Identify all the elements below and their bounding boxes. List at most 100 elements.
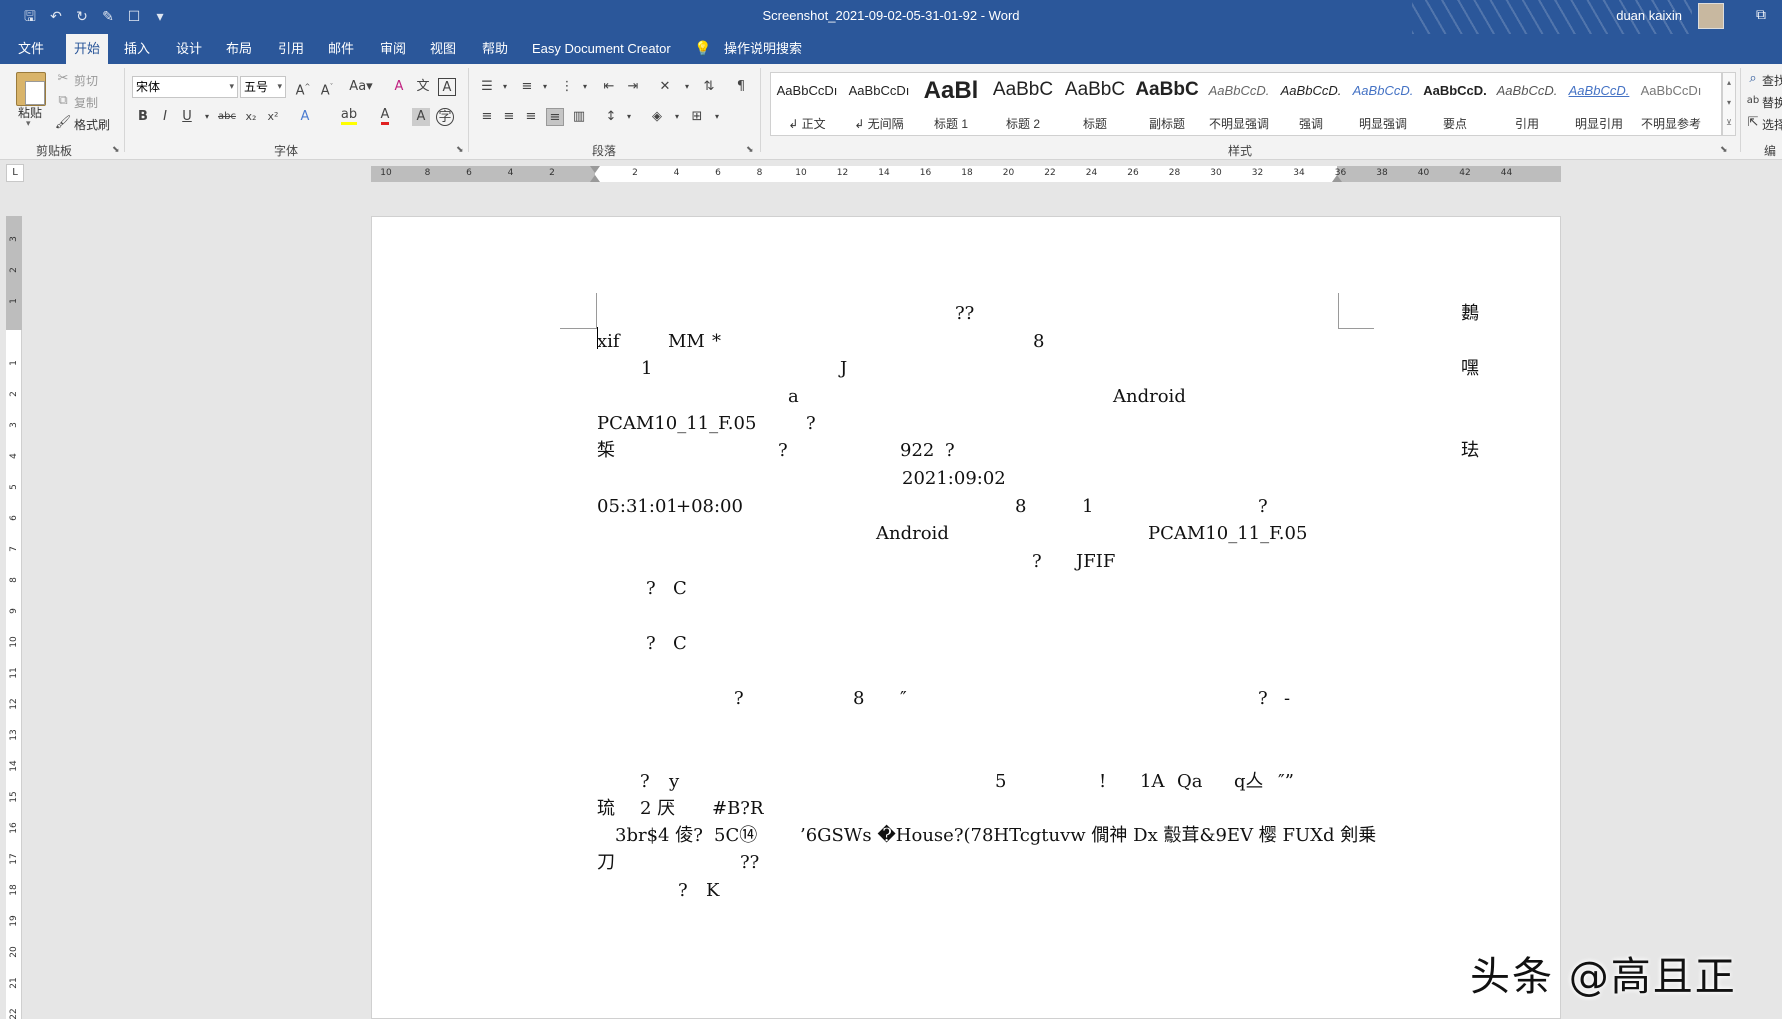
style-quote[interactable]: AaBbCcD. 引用 [1491,73,1563,135]
bullets-dropdown-icon[interactable]: ▾ [496,78,514,96]
shrink-font-icon[interactable]: Aˇ [318,78,336,98]
multilevel-dropdown-icon[interactable]: ▾ [576,78,594,96]
distributed-icon[interactable]: ▥ [570,108,588,126]
style-intense-quote[interactable]: AaBbCcD. 明显引用 [1563,73,1635,135]
bullets-icon[interactable]: ☰ [478,78,496,96]
tab-easy-document-creator[interactable]: Easy Document Creator [524,34,679,64]
line-spacing-dropdown-icon[interactable]: ▾ [620,108,638,126]
style-title[interactable]: AaBbC 标题 [1059,73,1131,135]
decrease-indent-icon[interactable]: ⇤ [600,78,618,96]
style-subtle-reference[interactable]: AaBbCcDı 不明显参考 [1635,73,1707,135]
tab-help[interactable]: 帮助 [474,34,516,64]
replace-button[interactable]: 替换 [1762,94,1782,111]
find-button[interactable]: 查找 [1762,72,1782,89]
hanging-indent-marker[interactable] [590,175,600,182]
styles-gallery-scroll[interactable]: ▴ ▾ ⊻ [1722,72,1736,136]
multilevel-list-icon[interactable]: ⋮ [558,78,576,96]
right-indent-marker[interactable] [1332,175,1342,182]
change-case-icon[interactable]: Aa▾ [348,78,374,96]
tab-view[interactable]: 视图 [422,34,464,64]
copy-button[interactable]: 复制 [74,94,98,111]
borders-dropdown-icon[interactable]: ▾ [708,108,726,126]
select-button[interactable]: 选择 [1762,116,1782,133]
style-preview: AaBbCcD. [1208,83,1270,98]
style-preview: AaBbC [1064,79,1126,100]
style-name: 标题 [1082,117,1107,131]
style-intense-emphasis[interactable]: AaBbCcD. 明显强调 [1347,73,1419,135]
font-launcher-icon[interactable]: ⬊ [456,145,464,155]
character-border-icon[interactable]: A [438,78,456,96]
chevron-down-icon: ▾ [277,82,282,92]
italic-icon[interactable]: I [156,108,174,126]
style-subtle-emphasis[interactable]: AaBbCcD. 不明显强调 [1203,73,1275,135]
tab-selector[interactable]: L [6,164,24,182]
highlight-icon[interactable]: ab [340,106,358,125]
tab-home[interactable]: 开始 [66,34,109,64]
line-spacing-icon[interactable]: ↕ [602,108,620,126]
borders-icon[interactable]: ⊞ [688,108,706,126]
grow-font-icon[interactable]: A^ [294,78,312,98]
tell-me-search[interactable]: 操作说明搜索 [716,34,810,64]
paste-dropdown-icon[interactable]: ▾ [26,118,31,129]
ribbon-tabs: 文件 开始 插入 设计 布局 引用 邮件 审阅 视图 帮助 Easy Docum… [0,34,1782,64]
paragraph-launcher-icon[interactable]: ⬊ [746,145,754,155]
sort-icon[interactable]: ⇅ [700,78,718,96]
align-right-icon[interactable]: ≡ [522,108,540,126]
shading-icon[interactable]: ◈ [648,108,666,126]
underline-icon[interactable]: U [178,108,196,126]
horizontal-ruler[interactable]: 10 8 6 4 2 2 4 6 8 10 12 14 16 18 20 22 24 26 28 30 32 34 36 38… [371,166,1561,182]
asian-layout-dropdown-icon[interactable]: ▾ [678,78,696,96]
clipboard-launcher-icon[interactable]: ⬊ [112,145,120,155]
user-name[interactable]: duan kaixin [1616,8,1682,23]
style-no-spacing[interactable]: AaBbCcDı ↲ 无间隔 [843,73,915,135]
style-heading-1[interactable]: AaBl 标题 1 [915,73,987,135]
font-name-combo[interactable]: 宋体 ▾ [132,76,238,98]
styles-group-label: 样式 [1228,144,1253,158]
increase-indent-icon[interactable]: ⇥ [624,78,642,96]
bold-icon[interactable]: B [134,108,152,126]
shading-dropdown-icon[interactable]: ▾ [668,108,686,126]
show-marks-icon[interactable]: ¶ [732,78,750,96]
document-text-segment: C [673,578,687,599]
font-color-icon[interactable]: A [376,106,394,125]
clear-formatting-icon[interactable]: A [390,78,408,96]
tab-mailings[interactable]: 邮件 [320,34,362,64]
cut-button[interactable]: 剪切 [74,72,98,89]
style-heading-2[interactable]: AaBbC 标题 2 [987,73,1059,135]
asian-layout-icon[interactable]: ✕ [656,78,674,96]
style-emphasis[interactable]: AaBbCcD. 强调 [1275,73,1347,135]
numbering-icon[interactable]: ≡ [518,78,536,96]
first-line-indent-marker[interactable] [590,166,600,173]
format-painter-button[interactable]: 格式刷 [74,116,110,133]
ribbon-display-options-icon[interactable]: ⧉ [1756,7,1766,23]
paste-icon[interactable] [16,72,46,106]
align-center-icon[interactable]: ≡ [500,108,518,126]
document-text-segment: K [706,880,720,901]
align-left-icon[interactable]: ≡ [478,108,496,126]
style-subtitle[interactable]: AaBbC 副标题 [1131,73,1203,135]
tab-insert[interactable]: 插入 [116,34,158,64]
tab-file[interactable]: 文件 [10,34,52,64]
document-page[interactable]: ?? 鶈 xif MM * 8 1 J 嘿 a Android PCAM10_11_F.05? 椞? 92… [371,216,1561,1019]
superscript-icon[interactable]: x² [264,108,282,126]
tab-review[interactable]: 审阅 [372,34,414,64]
tab-design[interactable]: 设计 [168,34,210,64]
font-size-combo[interactable]: 五号 ▾ [240,76,286,98]
tab-references[interactable]: 引用 [270,34,312,64]
style-normal[interactable]: AaBbCcDı ↲ 正文 [771,73,843,135]
style-strong[interactable]: AaBbCcD. 要点 [1419,73,1491,135]
tab-layout[interactable]: 布局 [218,34,260,64]
styles-launcher-icon[interactable]: ⬊ [1720,145,1728,155]
document-text-segment: 2 厌 [640,798,676,819]
justify-icon[interactable]: ≡ [546,108,564,126]
underline-dropdown-icon[interactable]: ▾ [198,108,216,126]
numbering-dropdown-icon[interactable]: ▾ [536,78,554,96]
strikethrough-icon[interactable]: abc [216,108,238,126]
avatar[interactable] [1698,3,1724,29]
vertical-ruler[interactable]: 3 2 1 1 2 3 4 5 6 7 8 9 10 11 12 13 14 15 16 17 18 19 20 21 22 [6,216,22,1019]
subscript-icon[interactable]: x₂ [242,108,260,126]
phonetic-guide-icon[interactable]: 文 [414,78,432,96]
text-effects-icon[interactable]: A [296,108,314,126]
character-shading-icon[interactable]: A [412,108,430,126]
enclose-characters-icon[interactable]: 字 [436,108,454,126]
